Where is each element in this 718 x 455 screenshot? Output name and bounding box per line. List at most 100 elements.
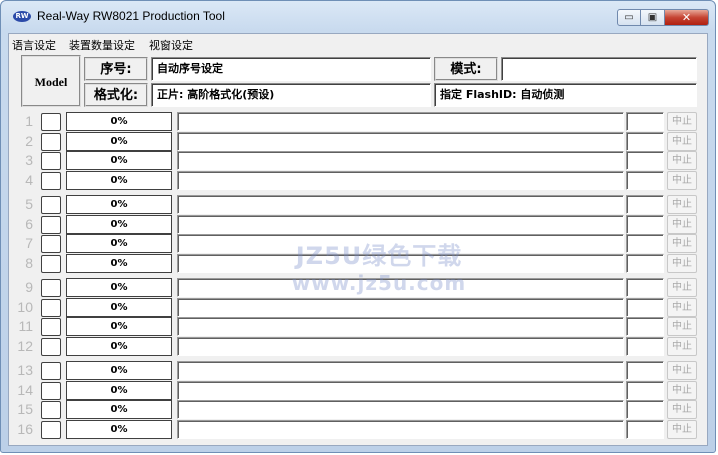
stop-button[interactable]: 中止 — [667, 361, 697, 380]
device-row: 6 0% 中止 — [9, 214, 709, 234]
progress-percent: 0% — [66, 131, 172, 151]
device-status-field — [626, 234, 664, 253]
device-row: 4 0% 中止 — [9, 170, 709, 190]
device-status-field — [626, 131, 664, 151]
progress-bar — [177, 234, 624, 253]
device-checkbox[interactable] — [41, 401, 61, 419]
window-title: Real-Way RW8021 Production Tool — [37, 9, 225, 23]
device-status-field — [626, 214, 664, 234]
device-number: 11 — [18, 318, 33, 334]
device-checkbox[interactable] — [41, 235, 61, 253]
device-checkbox[interactable] — [41, 113, 61, 131]
progress-bar — [177, 278, 624, 297]
device-number: 9 — [25, 279, 33, 295]
menu-view[interactable]: 视窗设定 — [149, 37, 193, 53]
device-checkbox[interactable] — [41, 337, 61, 356]
stop-button[interactable]: 中止 — [667, 400, 697, 419]
mode-field[interactable] — [501, 57, 697, 81]
device-number: 3 — [25, 152, 33, 168]
device-row: 14 0% 中止 — [9, 380, 709, 400]
device-status-field — [626, 112, 664, 131]
flashid-field[interactable]: 指定 FlashID: 自动侦测 — [434, 83, 697, 107]
device-status-field — [626, 297, 664, 317]
device-checkbox[interactable] — [41, 298, 61, 317]
stop-button[interactable]: 中止 — [667, 336, 697, 356]
device-checkbox[interactable] — [41, 420, 61, 439]
device-checkbox[interactable] — [41, 318, 61, 336]
stop-button[interactable]: 中止 — [667, 253, 697, 273]
progress-bar — [177, 112, 624, 131]
device-row: 3 0% 中止 — [9, 151, 709, 170]
format-label: 格式化: — [84, 83, 148, 107]
device-checkbox[interactable] — [41, 196, 61, 214]
format-field[interactable]: 正片: 高阶格式化(预设) — [151, 83, 431, 107]
device-number: 15 — [17, 401, 33, 417]
progress-bar — [177, 170, 624, 190]
device-status-field — [626, 170, 664, 190]
stop-button[interactable]: 中止 — [667, 112, 697, 131]
progress-percent: 0% — [66, 380, 172, 400]
menu-language[interactable]: 语言设定 — [12, 37, 56, 53]
device-checkbox[interactable] — [41, 254, 61, 273]
device-status-field — [626, 419, 664, 439]
stop-button[interactable]: 中止 — [667, 214, 697, 234]
settings-panel: Model 序号: 自动序号设定 模式: 格式化: 正片: 高阶格式化(预设) … — [21, 55, 699, 107]
device-checkbox[interactable] — [41, 152, 61, 170]
device-checkbox[interactable] — [41, 362, 61, 380]
progress-bar — [177, 380, 624, 400]
menu-device-count[interactable]: 装置数量设定 — [69, 37, 135, 53]
client-area: 语言设定 装置数量设定 视窗设定 Model 序号: 自动序号设定 模式: 格式… — [8, 33, 708, 446]
device-status-field — [626, 317, 664, 336]
device-number: 10 — [17, 298, 33, 315]
progress-percent: 0% — [66, 400, 172, 419]
device-row: 11 0% 中止 — [9, 317, 709, 336]
progress-percent: 0% — [66, 336, 172, 356]
progress-bar — [177, 317, 624, 336]
device-checkbox[interactable] — [41, 215, 61, 234]
progress-percent: 0% — [66, 234, 172, 253]
serial-field[interactable]: 自动序号设定 — [151, 57, 431, 81]
device-row: 8 0% 中止 — [9, 253, 709, 273]
device-row: 16 0% 中止 — [9, 419, 709, 439]
stop-button[interactable]: 中止 — [667, 151, 697, 170]
device-number: 5 — [25, 196, 33, 212]
device-number: 16 — [17, 420, 33, 437]
device-number: 4 — [25, 171, 33, 188]
stop-button[interactable]: 中止 — [667, 195, 697, 214]
progress-bar — [177, 297, 624, 317]
device-row: 10 0% 中止 — [9, 297, 709, 317]
stop-button[interactable]: 中止 — [667, 170, 697, 190]
device-number: 7 — [25, 235, 33, 251]
device-number: 14 — [17, 381, 33, 398]
device-checkbox[interactable] — [41, 132, 61, 151]
device-checkbox[interactable] — [41, 171, 61, 190]
app-window: RW Real-Way RW8021 Production Tool ▭ ▣ ✕… — [0, 0, 716, 453]
serial-label: 序号: — [84, 57, 148, 81]
device-number: 2 — [25, 132, 33, 149]
stop-button[interactable]: 中止 — [667, 419, 697, 439]
progress-percent: 0% — [66, 151, 172, 170]
device-checkbox[interactable] — [41, 279, 61, 297]
stop-button[interactable]: 中止 — [667, 234, 697, 253]
progress-percent: 0% — [66, 170, 172, 190]
close-button[interactable]: ✕ — [665, 9, 709, 26]
device-row: 12 0% 中止 — [9, 336, 709, 356]
stop-button[interactable]: 中止 — [667, 131, 697, 151]
device-row: 5 0% 中止 — [9, 195, 709, 214]
progress-percent: 0% — [66, 361, 172, 380]
stop-button[interactable]: 中止 — [667, 317, 697, 336]
title-bar[interactable]: RW Real-Way RW8021 Production Tool ▭ ▣ ✕ — [1, 1, 715, 33]
progress-bar — [177, 214, 624, 234]
stop-button[interactable]: 中止 — [667, 380, 697, 400]
progress-bar — [177, 253, 624, 273]
device-status-field — [626, 151, 664, 170]
stop-button[interactable]: 中止 — [667, 278, 697, 297]
progress-bar — [177, 195, 624, 214]
device-checkbox[interactable] — [41, 381, 61, 400]
maximize-button[interactable]: ▣ — [641, 9, 665, 26]
device-row: 13 0% 中止 — [9, 361, 709, 380]
stop-button[interactable]: 中止 — [667, 297, 697, 317]
progress-percent: 0% — [66, 297, 172, 317]
minimize-button[interactable]: ▭ — [617, 9, 641, 26]
device-row: 7 0% 中止 — [9, 234, 709, 253]
